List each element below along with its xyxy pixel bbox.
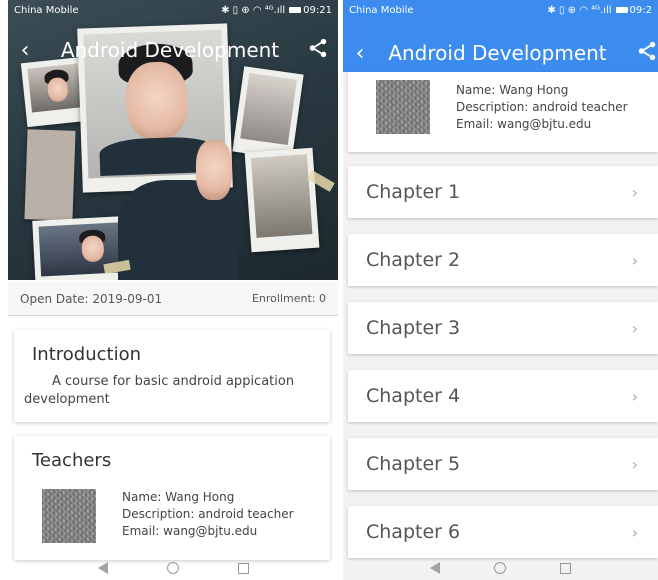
carrier-label: China Mobile xyxy=(14,4,79,16)
teacher-email: Email: wang@bjtu.edu xyxy=(456,117,592,131)
clock-label: 09:2 xyxy=(629,4,652,16)
chevron-right-icon: › xyxy=(631,522,638,542)
share-button[interactable] xyxy=(618,40,658,66)
avatar xyxy=(376,80,430,134)
teachers-heading: Teachers xyxy=(32,450,112,471)
nav-recents-icon[interactable] xyxy=(237,562,249,574)
nav-recents-icon[interactable] xyxy=(560,562,571,574)
cover-photo-small xyxy=(24,129,76,221)
chapter-label: Chapter 1 xyxy=(366,181,461,203)
status-bar: China Mobile ✱ ▯ ⊕ ◠ ⁴ᴳ.ıll 09:2 xyxy=(343,0,658,20)
chevron-right-icon: › xyxy=(631,386,638,406)
status-icons: ✱ ▯ ⊕ ◠ ⁴ᴳ.ıll xyxy=(547,4,612,16)
back-button[interactable]: ‹ xyxy=(8,38,42,63)
chapter-item[interactable]: Chapter 5 › xyxy=(348,438,658,490)
avatar xyxy=(42,489,96,543)
teacher-description: Description: android teacher xyxy=(456,100,628,114)
app-bar: ‹ Android Development xyxy=(8,30,338,70)
chapter-label: Chapter 5 xyxy=(366,453,461,475)
chapter-label: Chapter 4 xyxy=(366,385,461,407)
enrollment-count: Enrollment: 0 xyxy=(251,292,326,305)
chevron-right-icon: › xyxy=(631,454,638,474)
battery-icon xyxy=(289,7,302,13)
clock-label: 09:21 xyxy=(303,4,332,16)
chevron-right-icon: › xyxy=(631,182,638,202)
teacher-info: Name: Wang Hong Description: android tea… xyxy=(456,82,628,133)
page-title: Android Development xyxy=(60,38,280,62)
teacher-email: Email: wang@bjtu.edu xyxy=(122,524,258,538)
course-detail-screen: China Mobile ✱ ▯ ⊕ ◠ ⁴ᴳ.ıll 09:21 ‹ Andr… xyxy=(8,0,338,580)
system-nav-bar xyxy=(343,556,658,580)
status-icons: ✱ ▯ ⊕ ◠ ⁴ᴳ.ıll xyxy=(221,4,286,16)
introduction-text: A course for basic android appication de… xyxy=(24,374,295,407)
teacher-info: Name: Wang Hong Description: android tea… xyxy=(122,489,294,540)
chapter-label: Chapter 3 xyxy=(366,317,461,339)
nav-home-icon[interactable] xyxy=(494,562,506,574)
battery-icon xyxy=(615,7,628,13)
carrier-label: China Mobile xyxy=(349,4,414,16)
cover-photo-small xyxy=(232,66,304,160)
chapter-item[interactable]: Chapter 3 › xyxy=(348,302,658,354)
chapter-label: Chapter 6 xyxy=(366,521,461,543)
app-bar: ‹ Android Development xyxy=(343,33,658,73)
page-title: Android Development xyxy=(388,41,607,65)
teachers-card: Teachers Name: Wang Hong Description: an… xyxy=(14,436,330,560)
teacher-item[interactable]: Name: Wang Hong Description: android tea… xyxy=(348,72,658,152)
cover-photo-small xyxy=(244,147,320,253)
chapter-list-screen: China Mobile ✱ ▯ ⊕ ◠ ⁴ᴳ.ıll 09:2 ‹ Andro… xyxy=(343,0,658,580)
course-meta-row: Open Date: 2019-09-01 Enrollment: 0 xyxy=(8,282,338,316)
introduction-heading: Introduction xyxy=(32,344,142,365)
teacher-description: Description: android teacher xyxy=(122,507,294,521)
system-nav-bar xyxy=(8,556,338,580)
nav-back-icon[interactable] xyxy=(430,562,440,574)
status-bar: China Mobile ✱ ▯ ⊕ ◠ ⁴ᴳ.ıll 09:21 xyxy=(8,0,338,20)
chapter-item[interactable]: Chapter 2 › xyxy=(348,234,658,286)
teacher-name: Name: Wang Hong xyxy=(456,83,569,97)
nav-home-icon[interactable] xyxy=(166,562,179,574)
cover-figure-hand xyxy=(196,140,232,200)
teacher-name: Name: Wang Hong xyxy=(122,490,235,504)
chevron-right-icon: › xyxy=(631,318,638,338)
introduction-card: Introduction A course for basic android … xyxy=(14,330,330,422)
teacher-item[interactable]: Name: Wang Hong Description: android tea… xyxy=(42,489,320,543)
share-icon xyxy=(309,38,327,58)
chapter-item[interactable]: Chapter 1 › xyxy=(348,166,658,218)
chapter-label: Chapter 2 xyxy=(366,249,461,271)
nav-back-icon[interactable] xyxy=(97,562,108,574)
chapter-item[interactable]: Chapter 6 › xyxy=(348,506,658,558)
share-button[interactable] xyxy=(298,37,338,63)
chapter-item[interactable]: Chapter 4 › xyxy=(348,370,658,422)
teacher-row: Name: Wang Hong Description: android tea… xyxy=(376,80,658,134)
share-icon xyxy=(638,41,656,61)
open-date-label: Open Date: 2019-09-01 xyxy=(20,291,163,306)
back-button[interactable]: ‹ xyxy=(343,41,377,66)
chevron-right-icon: › xyxy=(631,250,638,270)
